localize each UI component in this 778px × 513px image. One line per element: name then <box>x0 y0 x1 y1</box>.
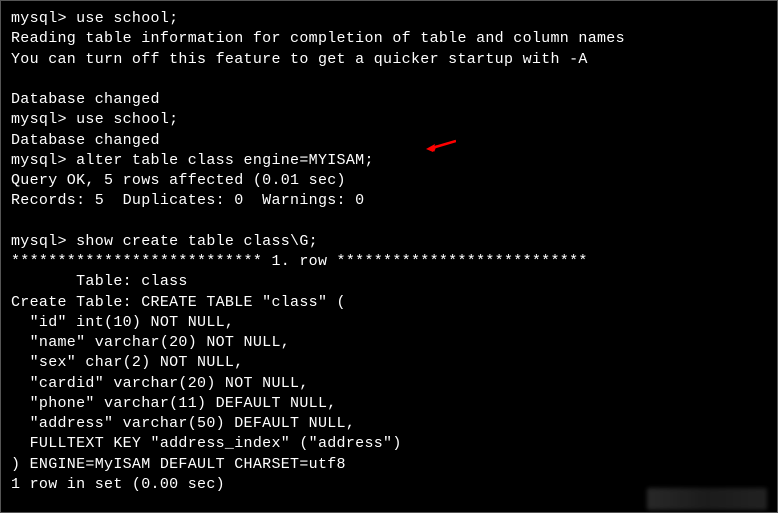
watermark <box>647 488 767 510</box>
terminal-line: mysql> use school; <box>11 111 178 128</box>
terminal-line: "name" varchar(20) NOT NULL, <box>11 334 290 351</box>
terminal-line: Database changed <box>11 132 160 149</box>
terminal-line: 1 row in set (0.00 sec) <box>11 476 225 493</box>
mysql-terminal[interactable]: mysql> use school; Reading table informa… <box>1 1 777 503</box>
terminal-line: "sex" char(2) NOT NULL, <box>11 354 244 371</box>
terminal-line: "address" varchar(50) DEFAULT NULL, <box>11 415 355 432</box>
terminal-line: mysql> use school; <box>11 10 178 27</box>
terminal-line: Table: class <box>11 273 188 290</box>
terminal-line: "id" int(10) NOT NULL, <box>11 314 234 331</box>
terminal-line: "cardid" varchar(20) NOT NULL, <box>11 375 309 392</box>
terminal-line: Records: 5 Duplicates: 0 Warnings: 0 <box>11 192 364 209</box>
terminal-line: Database changed <box>11 91 160 108</box>
terminal-line: "phone" varchar(11) DEFAULT NULL, <box>11 395 337 412</box>
terminal-line: FULLTEXT KEY "address_index" ("address") <box>11 435 402 452</box>
terminal-line: mysql> show create table class\G; <box>11 233 318 250</box>
terminal-line: ) ENGINE=MyISAM DEFAULT CHARSET=utf8 <box>11 456 346 473</box>
terminal-line: Reading table information for completion… <box>11 30 625 47</box>
terminal-line: mysql> alter table class engine=MYISAM; <box>11 152 374 169</box>
terminal-line: You can turn off this feature to get a q… <box>11 51 588 68</box>
terminal-line: *************************** 1. row *****… <box>11 253 588 270</box>
terminal-line: Create Table: CREATE TABLE "class" ( <box>11 294 346 311</box>
terminal-line: Query OK, 5 rows affected (0.01 sec) <box>11 172 346 189</box>
